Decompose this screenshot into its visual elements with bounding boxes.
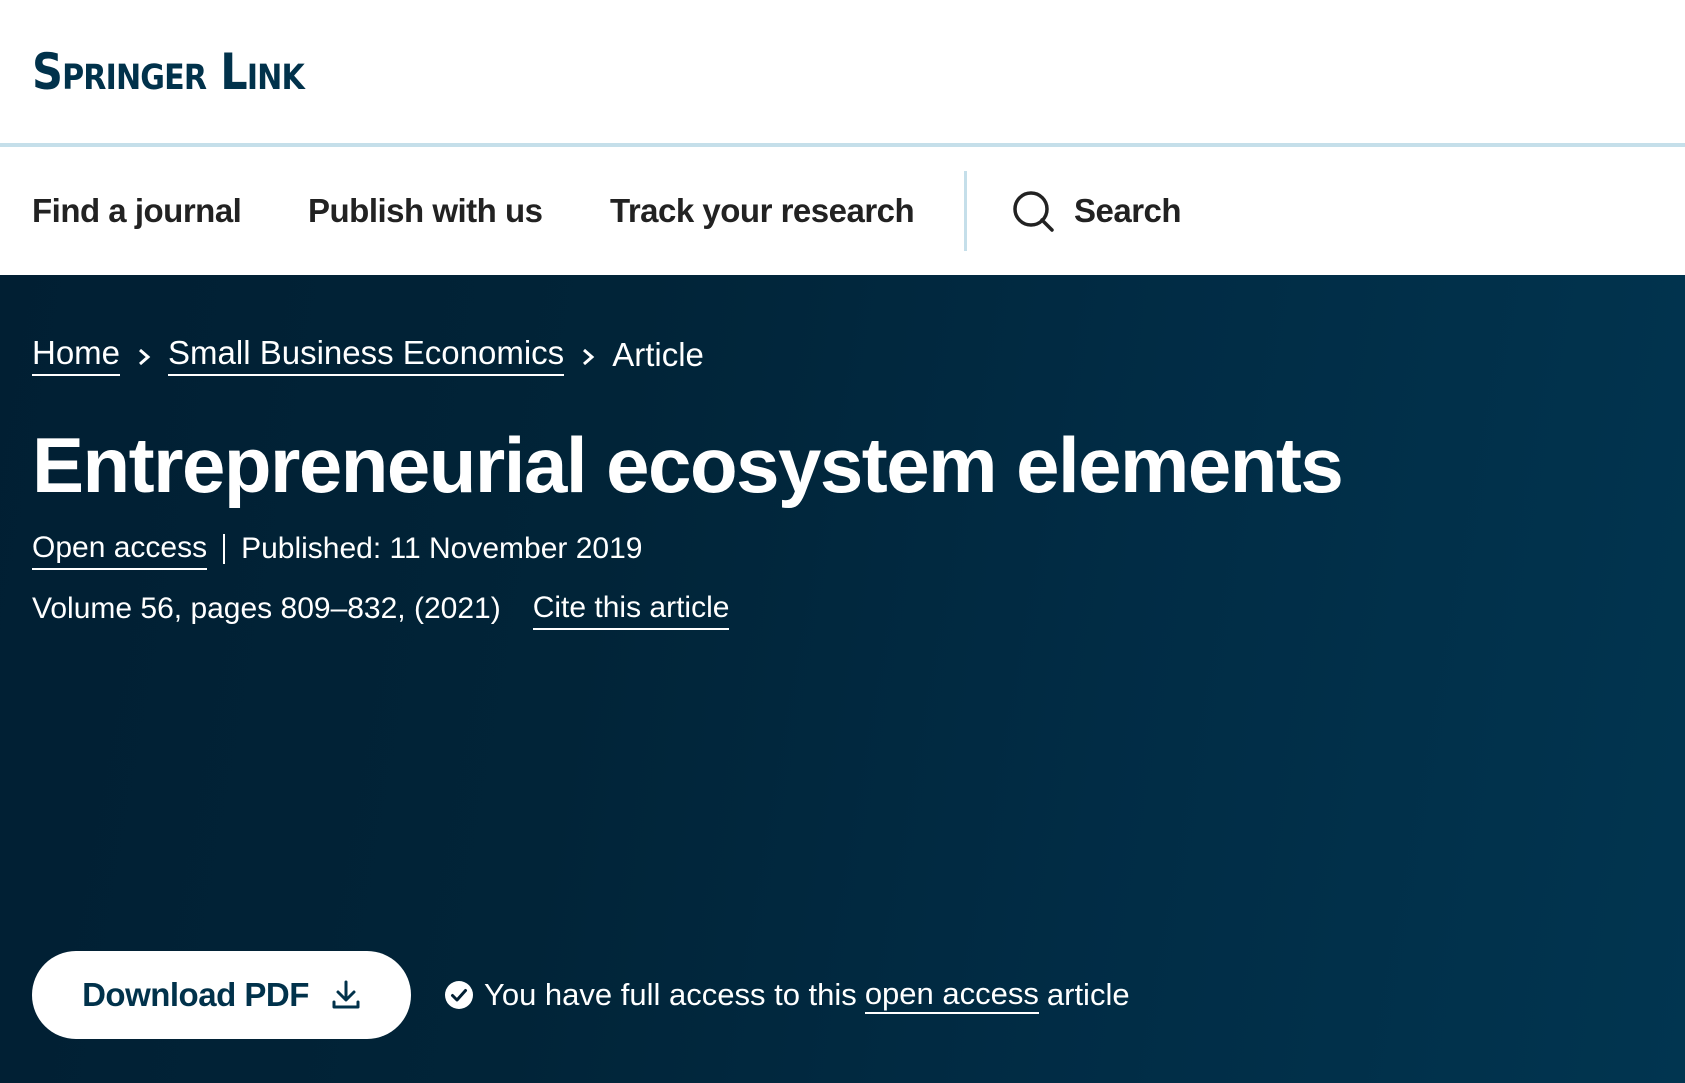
article-meta-publication: Open access Published: 11 November 2019 [32,528,642,570]
download-pdf-button[interactable]: Download PDF [32,951,411,1039]
site-header: Springer Link [0,0,1685,143]
search-label: Search [1074,192,1182,229]
volume-pages: Volume 56, pages 809–832, (2021) [32,592,501,625]
main-nav: Find a journal Publish with us Track you… [0,147,1685,275]
breadcrumb-journal[interactable]: Small Business Economics [168,333,565,376]
download-icon [332,980,360,1009]
access-note-prefix: You have full access to this [484,977,857,1012]
search-button[interactable]: Search [1010,187,1182,235]
open-access-link[interactable]: Open access [32,528,208,570]
nav-find-a-journal[interactable]: Find a journal [32,191,242,231]
check-circle-icon [445,981,473,1009]
chevron-right-icon [120,335,168,375]
nav-divider [964,171,967,251]
breadcrumb-home[interactable]: Home [32,333,121,376]
meta-divider [223,534,226,564]
breadcrumb: Home Small Business Economics Article [32,333,704,376]
nav-track-your-research[interactable]: Track your research [610,191,915,231]
article-hero: Home Small Business Economics Article En… [0,275,1685,1083]
download-pdf-label: Download PDF [82,976,309,1013]
breadcrumb-current: Article [612,335,704,373]
springer-link-logo[interactable]: Springer Link [32,42,305,102]
article-meta-volume: Volume 56, pages 809–832, (2021) Cite th… [32,588,730,630]
published-date: Published: 11 November 2019 [241,532,643,565]
article-title: Entrepreneurial ecosystem elements [32,421,1344,509]
access-note-suffix: article [1046,977,1130,1012]
access-note: You have full access to this open access… [444,973,1130,1017]
open-access-info-link[interactable]: open access [864,976,1039,1014]
chevron-right-icon [564,335,612,375]
nav-publish-with-us[interactable]: Publish with us [308,191,543,231]
cite-this-article-link[interactable]: Cite this article [532,588,730,630]
search-icon [1013,191,1054,232]
